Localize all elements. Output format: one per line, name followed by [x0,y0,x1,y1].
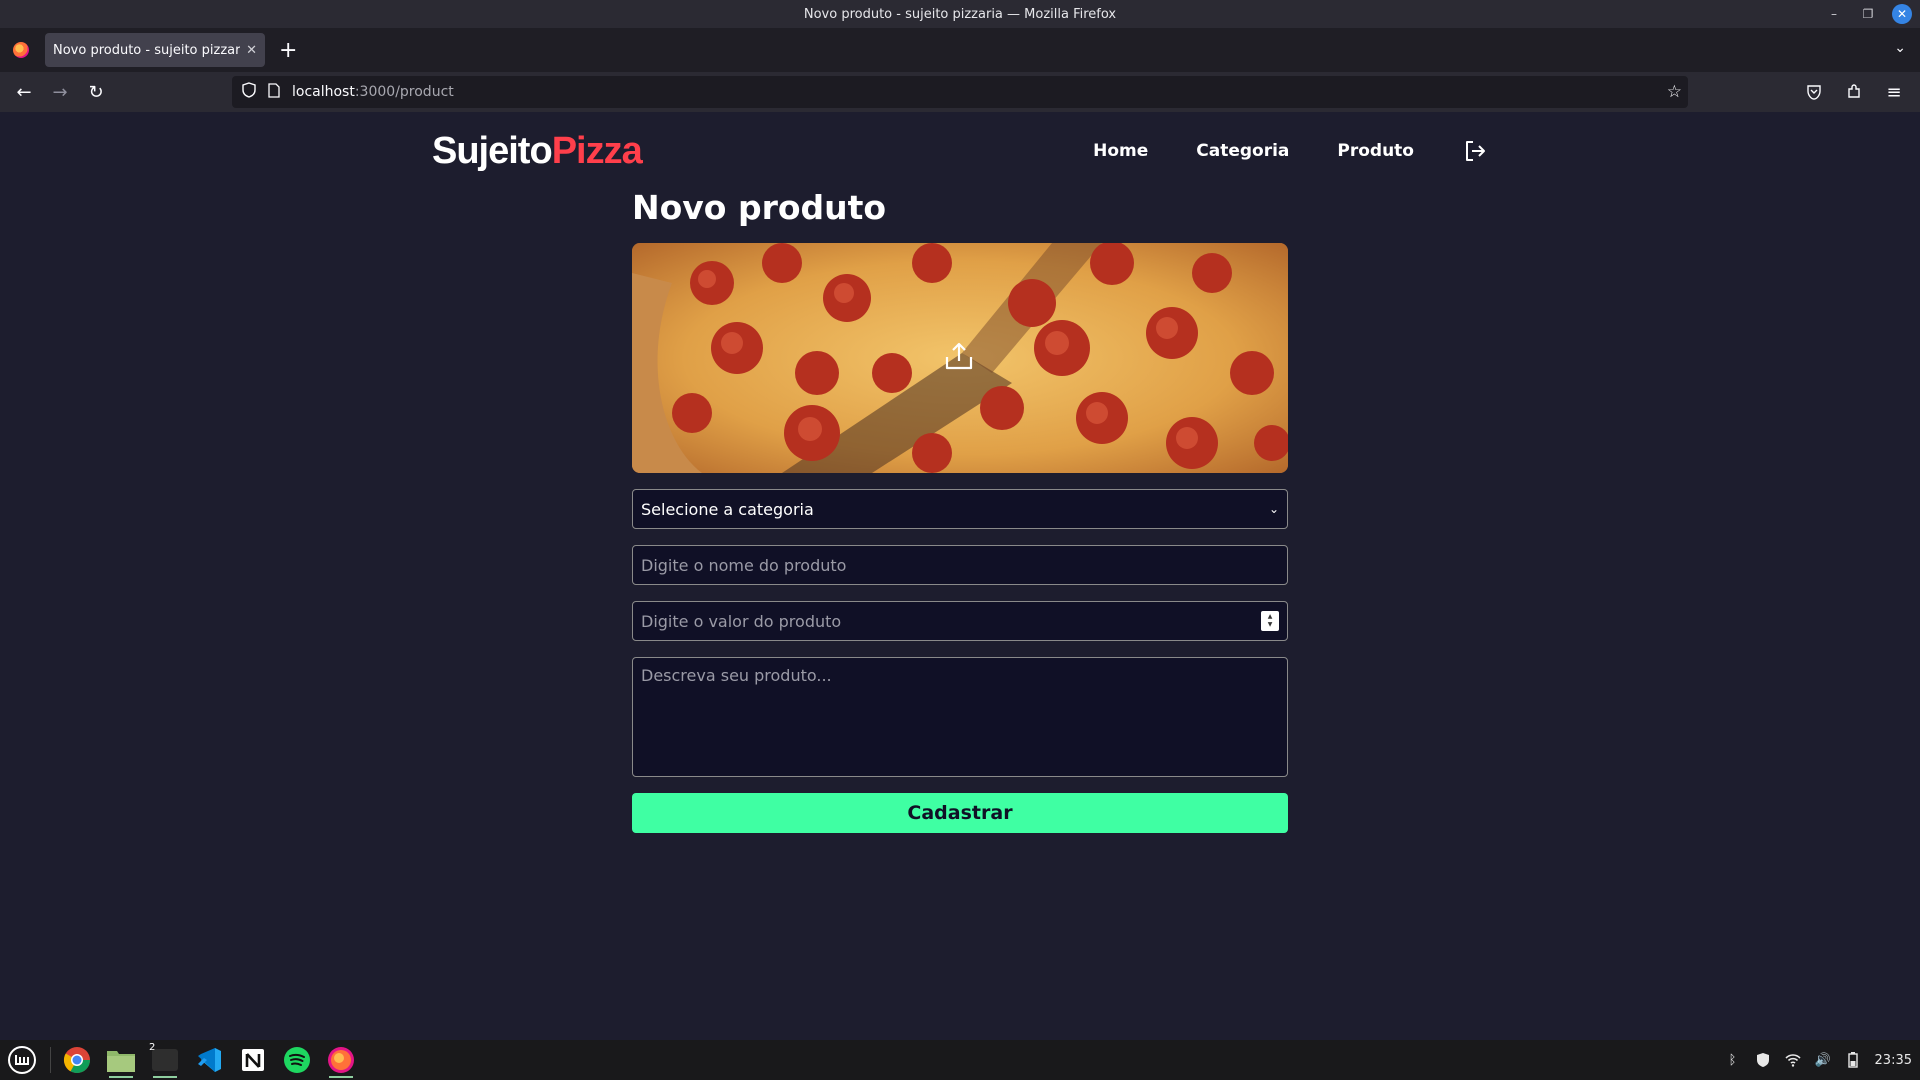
firefox-icon [13,42,29,58]
active-indicator [329,1076,353,1078]
mint-menu-icon[interactable] [4,1042,40,1078]
maximize-icon[interactable]: ❐ [1858,4,1878,24]
page-icon[interactable] [268,82,280,102]
battery-icon[interactable] [1845,1052,1861,1068]
shield-tray-icon[interactable] [1755,1052,1771,1068]
files-icon[interactable] [103,1042,139,1078]
pocket-icon[interactable] [1796,76,1832,108]
new-tab-icon[interactable]: + [279,38,297,63]
site-logo[interactable]: SujeitoPizza [432,130,643,173]
product-price-input[interactable]: Digite o valor do produto ▲ ▼ [632,601,1288,641]
page: SujeitoPizza Home Categoria Produto Novo… [0,112,1920,1040]
taskbar-separator [50,1047,51,1073]
volume-icon[interactable]: 🔊 [1814,1052,1830,1068]
reload-icon[interactable]: ↻ [78,76,114,108]
terminal-badge: 2 [149,1042,156,1053]
system-tray: ᛒ 🔊 23:35 [1725,1040,1912,1080]
nav-link-categoria[interactable]: Categoria [1196,141,1289,161]
url-path: :3000/product [354,84,454,100]
notion-icon[interactable] [235,1042,271,1078]
submit-button[interactable]: Cadastrar [632,793,1288,833]
close-window-icon[interactable]: ✕ [1892,4,1912,24]
shield-icon[interactable] [242,82,256,102]
tab-strip: Novo produto - sujeito pizzaria ✕ + ⌄ [0,28,1920,72]
wifi-icon[interactable] [1784,1052,1801,1068]
menu-icon[interactable]: ≡ [1876,76,1912,108]
extensions-icon[interactable] [1836,76,1872,108]
chrome-icon[interactable] [59,1042,95,1078]
logo-text-pizza: Pizza [551,130,643,172]
product-description-textarea[interactable]: Descreva seu produto... [632,657,1288,777]
category-select[interactable]: Selecione a categoria ⌄ [632,489,1288,529]
tab-close-icon[interactable]: ✕ [246,43,257,58]
clock[interactable]: 23:35 [1875,1053,1912,1068]
url-host: localhost [292,84,355,100]
upload-icon[interactable] [942,339,976,377]
product-price-placeholder: Digite o valor do produto [641,611,842,631]
tab-title: Novo produto - sujeito pizzaria [53,42,241,58]
back-icon[interactable]: ← [6,76,42,108]
minimize-icon[interactable]: – [1824,4,1844,24]
chevron-down-icon: ⌄ [1268,502,1279,516]
nav-link-produto[interactable]: Produto [1337,141,1414,161]
window-controls: – ❐ ✕ [1824,4,1912,24]
active-indicator [153,1076,177,1078]
bluetooth-icon[interactable]: ᛒ [1725,1052,1741,1068]
category-select-value: Selecione a categoria [641,499,814,519]
window-title: Novo produto - sujeito pizzaria — Mozill… [803,6,1117,22]
product-form: Novo produto Selecione a categoria ⌄ Dig… [632,188,1288,833]
nav-link-home[interactable]: Home [1093,141,1148,161]
product-name-input[interactable]: Digite o nome do produto [632,545,1288,585]
page-title: Novo produto [632,188,887,227]
vscode-icon[interactable] [191,1042,227,1078]
site-header: SujeitoPizza Home Categoria Produto [432,130,1488,190]
terminal-icon[interactable]: 2 [147,1042,183,1078]
product-description-placeholder: Descreva seu produto... [641,666,832,685]
url-bar[interactable]: localhost:3000/product ☆ [232,76,1688,108]
firefox-taskbar-icon[interactable] [323,1042,359,1078]
tab-active[interactable]: Novo produto - sujeito pizzaria ✕ [45,33,265,67]
product-name-placeholder: Digite o nome do produto [641,555,847,575]
window-titlebar: Novo produto - sujeito pizzaria — Mozill… [0,0,1920,28]
nav-toolbar: ← → ↻ localhost:3000/product ☆ ≡ [0,72,1920,112]
logout-icon[interactable] [1462,138,1488,164]
active-indicator [109,1076,133,1078]
tab-list-chevron-icon[interactable]: ⌄ [1894,40,1906,56]
forward-icon[interactable]: → [42,76,78,108]
site-nav: Home Categoria Produto [1093,138,1488,164]
logo-text-sujeito: Sujeito [432,130,553,172]
toolbar-right: ≡ [1796,76,1912,108]
spotify-icon[interactable] [279,1042,315,1078]
number-stepper-icon[interactable]: ▲ ▼ [1261,611,1279,631]
bookmark-star-icon[interactable]: ☆ [1667,82,1682,102]
product-image-upload[interactable] [632,243,1288,473]
taskbar: 2 ᛒ 🔊 23:35 [0,1040,1920,1080]
